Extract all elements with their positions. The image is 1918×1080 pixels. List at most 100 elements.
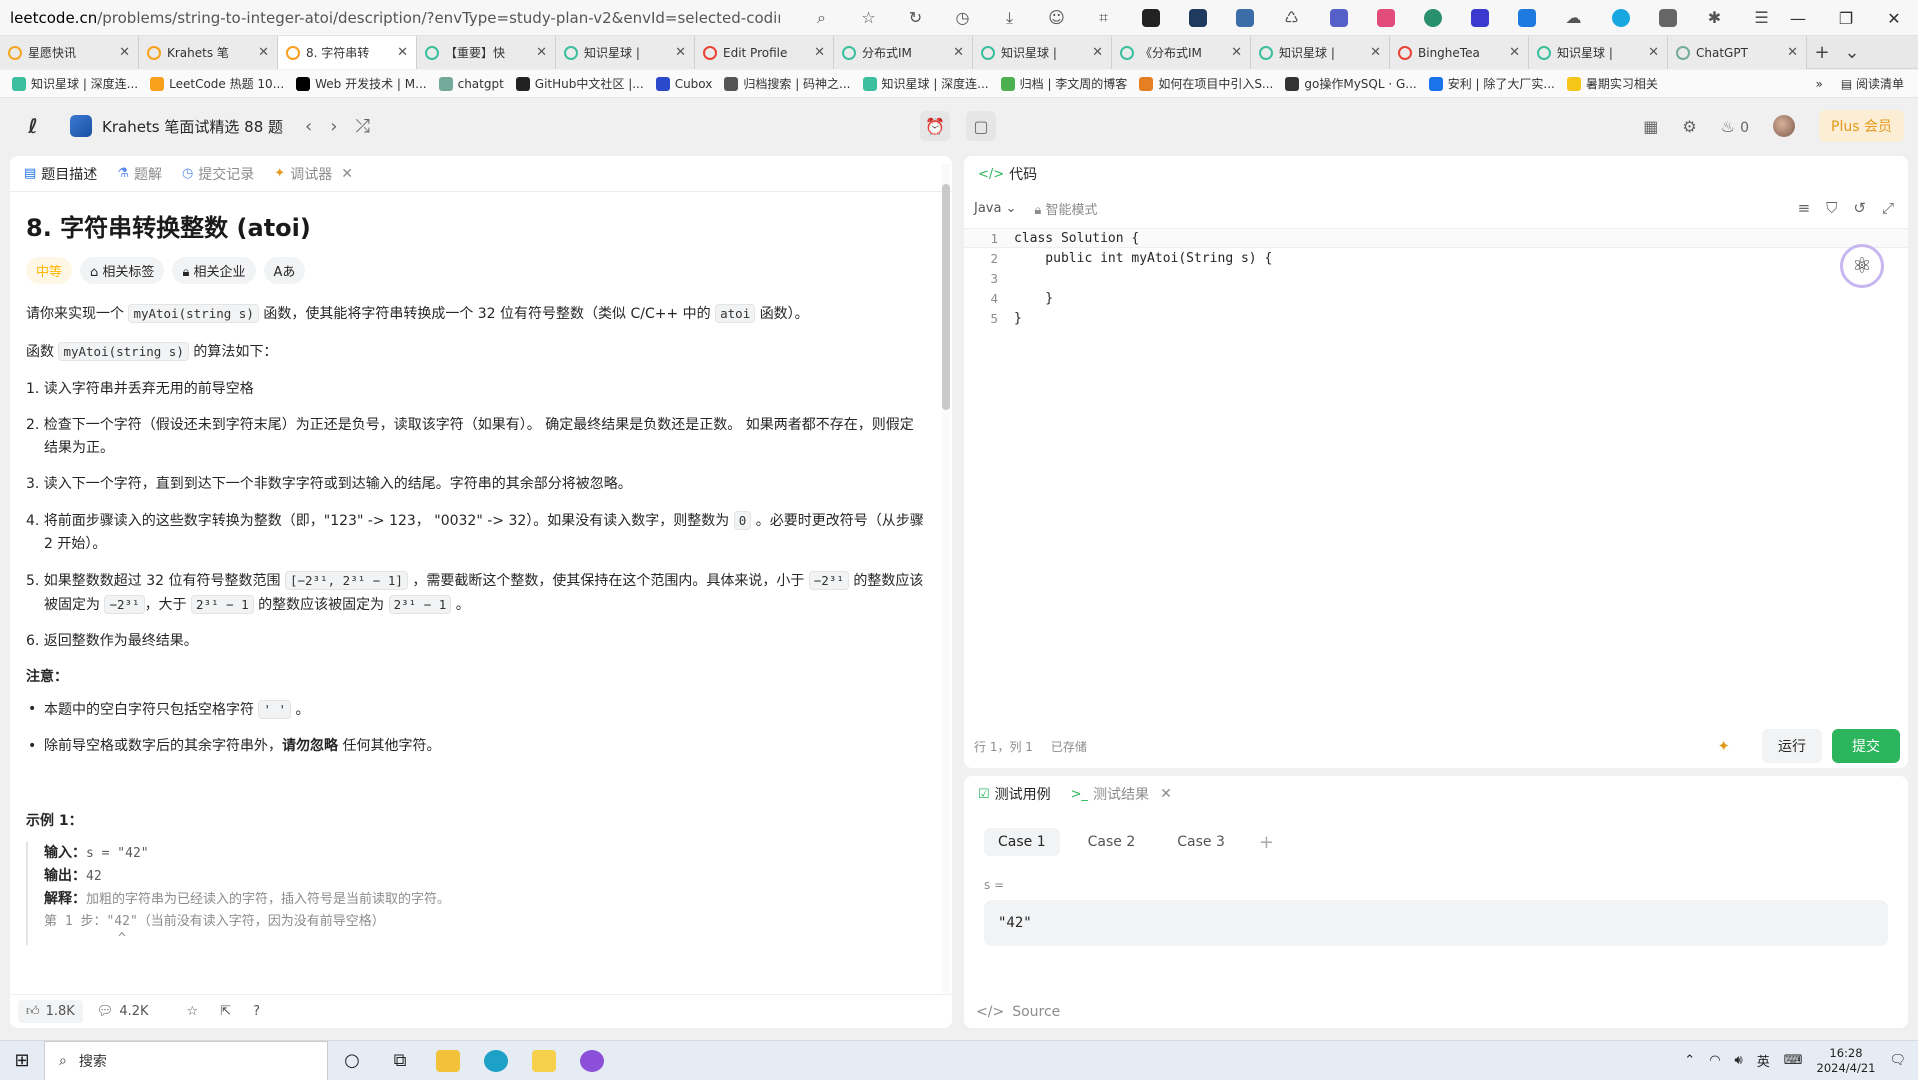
extension-7-icon[interactable] (1456, 0, 1503, 36)
extension-8-icon[interactable] (1503, 0, 1550, 36)
bookmark-item[interactable]: 归档 | 李文周的博客 (1000, 75, 1127, 92)
shuffle-icon[interactable]: ⤮ (355, 116, 369, 137)
scrollbar-thumb[interactable] (942, 184, 950, 410)
download-icon[interactable]: ⤓ (986, 0, 1033, 36)
bookmark-item[interactable]: Cubox (655, 76, 712, 91)
language-select[interactable]: Java ⌄ (974, 201, 1016, 216)
streak-flame[interactable]: ♨ 0 (1721, 117, 1749, 136)
taskbar-search[interactable]: ⌕ 搜索 (44, 1040, 328, 1080)
extension-4-icon[interactable] (1315, 0, 1362, 36)
add-case-icon[interactable]: + (1259, 832, 1274, 853)
tab-code[interactable]: </> 代码 (978, 164, 1037, 184)
ime-indicator[interactable]: 英 (1757, 1051, 1770, 1070)
avatar[interactable] (1773, 115, 1796, 137)
browser-tab[interactable]: 知识星球 | ✕ (973, 36, 1112, 69)
bookmark-item[interactable]: 如何在项目中引入S... (1139, 75, 1273, 92)
close-tab-icon[interactable]: ✕ (1092, 45, 1103, 60)
plus-member-button[interactable]: Plus 会员 (1819, 110, 1904, 142)
tab-description[interactable]: ▤ 题目描述 (24, 164, 97, 184)
code-editor[interactable]: 1 class Solution {2 public int myAtoi(Str… (964, 228, 1908, 708)
testcase-input[interactable]: "42" (984, 900, 1888, 946)
windows-start-icon[interactable]: ⊞ (0, 1050, 44, 1071)
bookmark-item[interactable]: 知识星球 | 深度连... (12, 75, 138, 92)
code-line[interactable]: 1 class Solution { (964, 228, 1908, 248)
tray-expand-icon[interactable]: ⌃ (1684, 1053, 1695, 1068)
bookmark-item[interactable]: chatgpt (438, 76, 504, 91)
close-icon[interactable]: ✕ (341, 166, 353, 182)
close-tab-icon[interactable]: ✕ (953, 45, 964, 60)
crop-icon[interactable]: ⌗ (1080, 0, 1127, 36)
zoom-icon[interactable]: ⌕ (798, 0, 845, 36)
extension-3-icon[interactable] (1221, 0, 1268, 36)
favorite-star-icon[interactable]: ☆ (845, 0, 892, 36)
browser-tab[interactable]: BingheTea ✕ (1390, 36, 1529, 69)
case-tab[interactable]: Case 2 (1074, 828, 1150, 856)
app-purple-icon[interactable] (568, 1041, 616, 1080)
bookmark-item[interactable]: 归档搜索 | 码神之... (724, 75, 851, 92)
extension-6-icon[interactable] (1409, 0, 1456, 36)
bookmark-item[interactable]: LeetCode 热题 10... (150, 75, 284, 92)
bookmark-item[interactable]: go操作MySQL · G... (1285, 75, 1417, 92)
tab-test-result[interactable]: >_ 测试结果 ✕ (1071, 784, 1172, 804)
code-line[interactable]: 3 (964, 268, 1908, 288)
smart-mode-toggle[interactable]: 🔒︎ 智能模式 (1034, 199, 1097, 218)
tab-debugger[interactable]: ✦ 调试器 ✕ (274, 164, 353, 184)
refresh-icon[interactable]: ↻ (892, 0, 939, 36)
note-icon[interactable]: ▢ (966, 111, 996, 141)
close-tab-icon[interactable]: ✕ (119, 45, 130, 60)
recycle-icon[interactable]: ♺ (1268, 0, 1315, 36)
close-tab-icon[interactable]: ✕ (536, 45, 547, 60)
favorite-button[interactable]: ☆ (179, 1000, 207, 1023)
cloud-icon[interactable]: ☁ (1550, 0, 1597, 36)
close-icon[interactable]: ✕ (1160, 786, 1172, 802)
cortana-icon[interactable]: ○ (328, 1041, 376, 1080)
browser-tab[interactable]: 知识星球 | ✕ (1529, 36, 1668, 69)
translate-button[interactable]: Aあ (263, 257, 306, 284)
related-tags-button[interactable]: ⌂ 相关标签 (80, 257, 165, 284)
restore-icon[interactable]: ❐ (1822, 0, 1870, 36)
close-tab-icon[interactable]: ✕ (675, 45, 686, 60)
notification-icon[interactable]: 🗨︎ (1889, 1053, 1906, 1068)
extension-5-icon[interactable] (1362, 0, 1409, 36)
app-star-icon[interactable] (520, 1041, 568, 1080)
ai-spark-icon[interactable]: ✦ (1717, 737, 1730, 755)
comment-button[interactable]: 💬︎ 4.2K (89, 1000, 157, 1023)
code-line[interactable]: 5} (964, 308, 1908, 328)
extension-2-icon[interactable] (1174, 0, 1221, 36)
browser-tab[interactable]: 《分布式IM ✕ (1112, 36, 1251, 69)
bookmarks-overflow-icon[interactable]: » (1815, 77, 1822, 91)
browser-tab[interactable]: 【重要】快 ✕ (417, 36, 556, 69)
minimize-icon[interactable]: — (1774, 0, 1822, 36)
edge-icon[interactable] (472, 1041, 520, 1080)
task-view-icon[interactable]: ⧉ (376, 1041, 424, 1080)
prev-problem-icon[interactable]: ‹ (305, 116, 312, 137)
browser-tab[interactable]: 8. 字符串转 ✕ (278, 36, 417, 69)
close-tab-icon[interactable]: ✕ (1370, 45, 1381, 60)
browser-tab[interactable]: 知识星球 | ✕ (1251, 36, 1390, 69)
submit-button[interactable]: 提交 (1832, 729, 1900, 763)
reset-icon[interactable]: ↺ (1853, 199, 1866, 217)
code-line[interactable]: 4 } (964, 288, 1908, 308)
close-tab-icon[interactable]: ✕ (397, 45, 408, 60)
close-tab-icon[interactable]: ✕ (814, 45, 825, 60)
close-tab-icon[interactable]: ✕ (258, 45, 269, 60)
next-problem-icon[interactable]: › (330, 116, 337, 137)
related-companies-button[interactable]: 🔒︎ 相关企业 (172, 257, 256, 284)
close-tab-icon[interactable]: ✕ (1509, 45, 1520, 60)
help-button[interactable]: ? (245, 1000, 268, 1023)
run-button[interactable]: 运行 (1762, 729, 1822, 763)
history-icon[interactable]: ◷ (939, 0, 986, 36)
clock[interactable]: 16:28 2024/4/21 (1817, 1046, 1876, 1076)
description-scrollbar[interactable] (942, 164, 950, 1008)
address-bar[interactable]: leetcode.cn/problems/string-to-integer-a… (10, 9, 780, 27)
new-tab-icon[interactable]: + (1807, 36, 1837, 69)
tab-history[interactable]: ◷ 提交记录 (182, 164, 254, 184)
bookmark-item[interactable]: 知识星球 | 深度连... (862, 75, 989, 92)
browser-tab[interactable]: 分布式IM ✕ (834, 36, 973, 69)
close-window-icon[interactable]: ✕ (1870, 0, 1918, 36)
bookmark-item[interactable]: 安利 | 除了大厂实... (1428, 75, 1555, 92)
extension-9-icon[interactable] (1597, 0, 1644, 36)
ime-settings-icon[interactable]: ⌨ (1784, 1053, 1803, 1068)
study-plan-title[interactable]: Krahets 笔面试精选 88 题 (102, 116, 283, 137)
source-link[interactable]: </> Source (976, 1004, 1060, 1020)
